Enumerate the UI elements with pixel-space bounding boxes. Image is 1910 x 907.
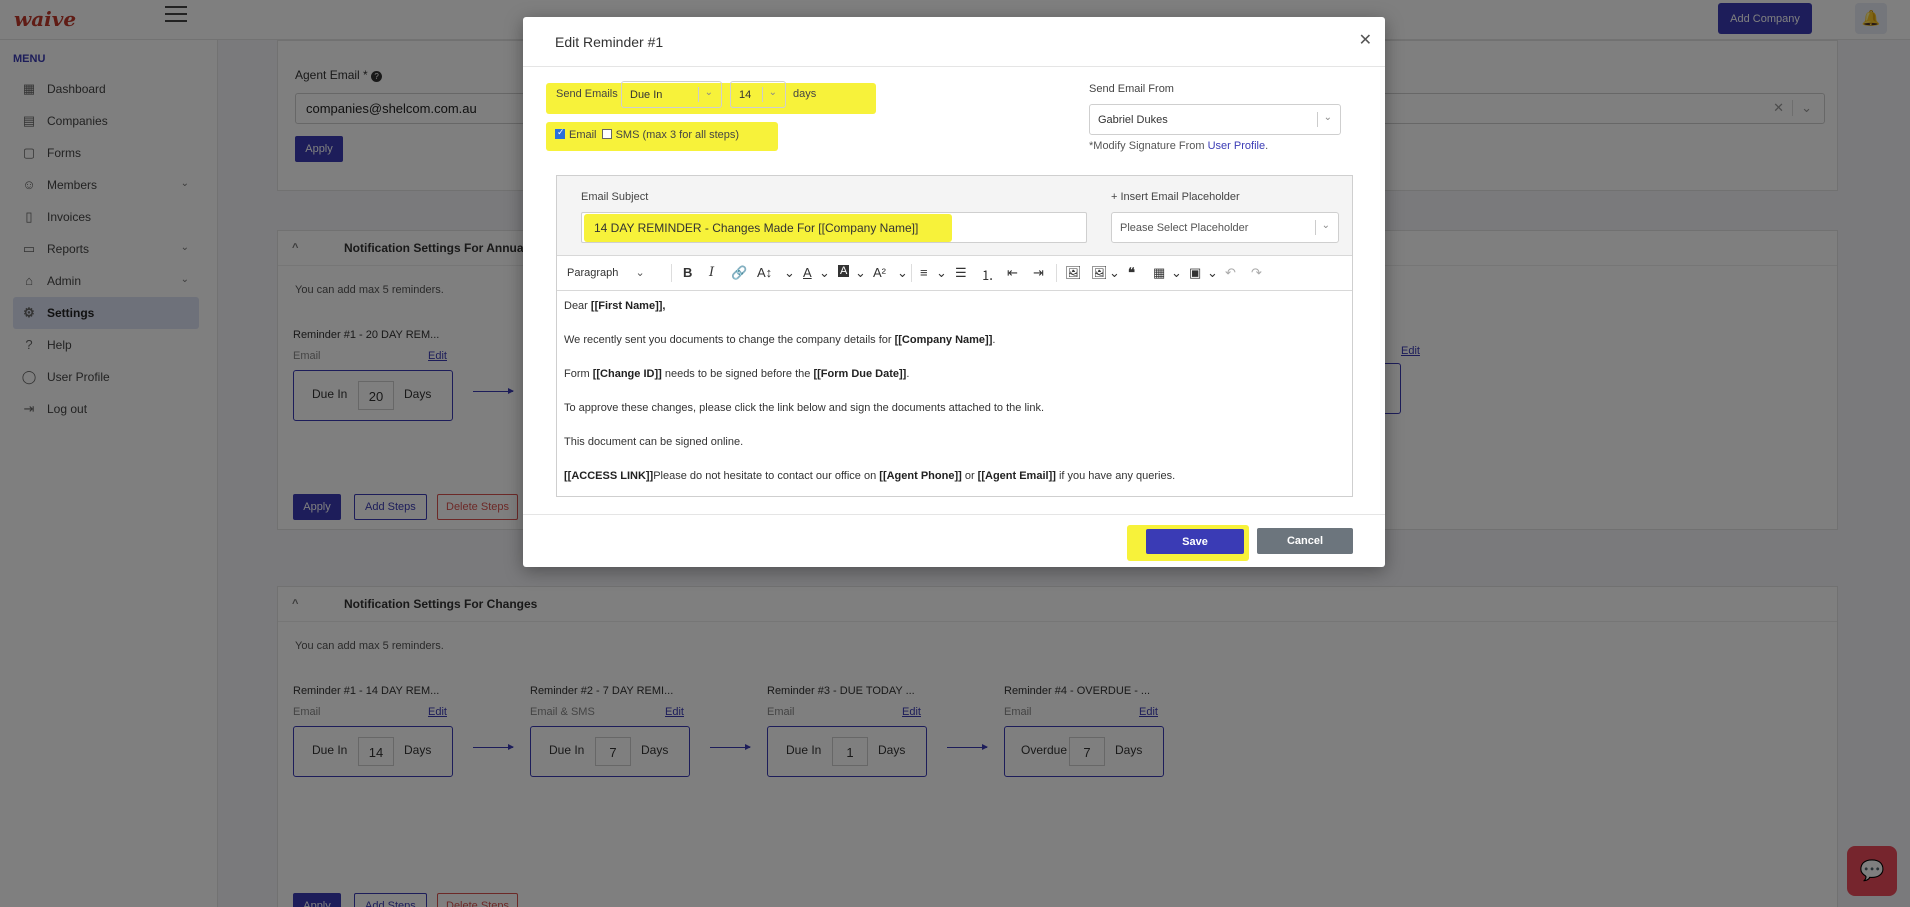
insert-image-icon[interactable]: 🖼 [1091, 265, 1108, 281]
body-paragraph: To approve these changes, please click t… [564, 402, 1045, 414]
body-paragraph: Dear [[First Name]], [564, 300, 666, 312]
channel-checkboxes: Email SMS (max 3 for all steps) [555, 127, 739, 141]
cancel-button[interactable]: Cancel [1257, 528, 1353, 554]
redo-icon[interactable]: ↷ [1251, 265, 1262, 281]
chevron-down-icon[interactable]: ⌄ [1207, 265, 1218, 281]
placeholder-select[interactable]: Please Select Placeholder ⌄ [1111, 212, 1339, 243]
days-label: days [793, 88, 817, 100]
image-icon[interactable]: 🖼 [1065, 265, 1082, 281]
italic-icon[interactable]: I [709, 265, 714, 280]
font-color-icon[interactable]: A [803, 265, 812, 280]
send-from-select[interactable]: Gabriel Dukes ⌄ [1089, 104, 1341, 135]
chevron-down-icon[interactable]: ⌄ [897, 265, 908, 281]
send-from-label: Send Email From [1089, 83, 1174, 95]
indent-icon[interactable]: ⇥ [1033, 265, 1044, 281]
modal-title: Edit Reminder #1 [555, 34, 664, 50]
subject-area: Email Subject 14 DAY REMINDER - Changes … [557, 176, 1352, 256]
modify-signature-note: *Modify Signature From User Profile. [1089, 140, 1269, 152]
chevron-down-icon[interactable]: ⌄ [1109, 265, 1120, 281]
insert-placeholder-label: + Insert Email Placeholder [1111, 191, 1240, 203]
align-icon[interactable]: ≡ [920, 265, 928, 280]
font-size-icon[interactable]: A↕ [757, 265, 772, 280]
body-paragraph: This document can be signed online. [564, 436, 744, 448]
paragraph-select[interactable]: Paragraph ⌄ [567, 266, 645, 279]
close-icon[interactable]: ✕ [1359, 30, 1372, 50]
modal-footer: Save Cancel [523, 514, 1385, 567]
chevron-down-icon: ⌄ [761, 87, 777, 102]
quote-icon[interactable]: ❝ [1128, 265, 1135, 281]
highlight-color-icon[interactable]: A [838, 265, 850, 277]
chevron-down-icon[interactable]: ⌄ [819, 265, 830, 281]
body-paragraph: We recently sent you documents to change… [564, 334, 996, 346]
chevron-down-icon: ⌄ [1314, 220, 1330, 235]
chevron-down-icon[interactable]: ⌄ [855, 265, 866, 281]
numbered-list-icon[interactable]: ⒈ [981, 265, 994, 284]
modal-header: Edit Reminder #1 ✕ [523, 17, 1385, 67]
save-button[interactable]: Save [1146, 529, 1244, 554]
bold-icon[interactable]: B [683, 265, 692, 280]
chevron-down-icon[interactable]: ⌄ [936, 265, 947, 281]
editor-toolbar: Paragraph ⌄ B I 🔗 A↕ ⌄ A ⌄ A ⌄ A² ⌄ ≡ ⌄ … [557, 256, 1352, 291]
table-icon[interactable]: ▦ [1153, 265, 1165, 281]
days-select[interactable]: 14 ⌄ [730, 81, 786, 108]
email-checkbox[interactable] [555, 127, 565, 139]
media-icon[interactable]: ▣ [1189, 265, 1201, 281]
undo-icon[interactable]: ↶ [1225, 265, 1236, 281]
link-icon[interactable]: 🔗 [731, 265, 747, 281]
send-emails-label: Send Emails [556, 88, 618, 100]
email-composer: Email Subject 14 DAY REMINDER - Changes … [556, 175, 1353, 497]
email-subject-label: Email Subject [581, 191, 649, 203]
chevron-down-icon[interactable]: ⌄ [1171, 265, 1182, 281]
user-profile-link[interactable]: User Profile [1208, 140, 1265, 152]
chevron-down-icon: ⌄ [1316, 112, 1332, 127]
email-body-editor[interactable]: Dear [[First Name]], We recently sent yo… [564, 299, 1344, 503]
outdent-icon[interactable]: ⇤ [1007, 265, 1018, 281]
body-paragraph: Form [[Change ID]] needs to be signed be… [564, 368, 910, 380]
timing-select[interactable]: Due In ⌄ [621, 81, 722, 108]
text-style-icon[interactable]: A² [873, 265, 886, 280]
body-paragraph: [[ACCESS LINK]]Please do not hesitate to… [564, 470, 1176, 482]
chevron-down-icon[interactable]: ⌄ [784, 265, 795, 281]
chevron-down-icon: ⌄ [697, 87, 713, 102]
sms-checkbox[interactable] [601, 129, 612, 139]
email-subject-input[interactable]: 14 DAY REMINDER - Changes Made For [[Com… [581, 212, 1087, 243]
bullet-list-icon[interactable]: ☰ [955, 265, 967, 281]
edit-reminder-modal: Edit Reminder #1 ✕ Send Emails Due In ⌄ … [523, 17, 1385, 567]
